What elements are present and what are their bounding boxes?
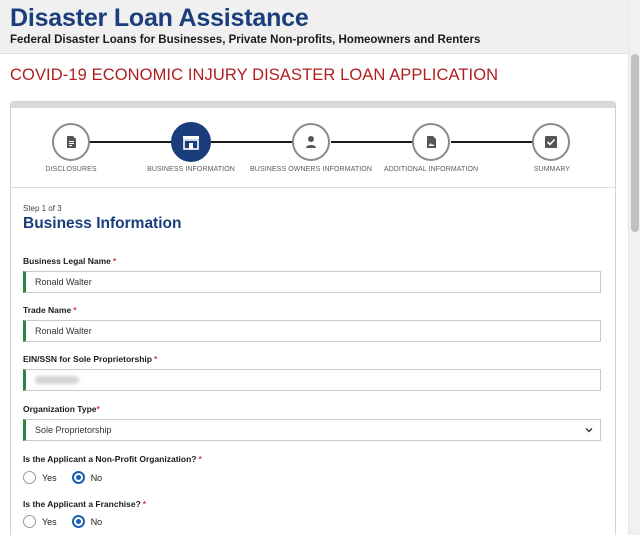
non-profit-no-radio[interactable] bbox=[71, 471, 85, 484]
radio-label-yes: Yes bbox=[42, 516, 57, 527]
step-label: SUMMARY bbox=[533, 166, 571, 173]
step-disclosures[interactable] bbox=[52, 123, 90, 161]
ein-ssn-label: EIN/SSN for Sole Proprietorship * bbox=[23, 354, 158, 364]
site-header: Disaster Loan Assistance Federal Disaste… bbox=[0, 0, 628, 54]
document-icon bbox=[67, 136, 76, 148]
required-marker: * bbox=[112, 256, 117, 266]
page-title: COVID-19 ECONOMIC INJURY DISASTER LOAN A… bbox=[10, 66, 499, 84]
non-profit-radio-group: Yes No bbox=[23, 471, 117, 484]
franchise-no-radio[interactable] bbox=[71, 515, 85, 528]
site-title: Disaster Loan Assistance bbox=[10, 4, 309, 32]
trade-name-label: Trade Name * bbox=[23, 305, 77, 315]
business-legal-name-value: Ronald Walter bbox=[35, 277, 92, 287]
redacted-value bbox=[35, 376, 79, 384]
section-title: Business Information bbox=[23, 215, 182, 232]
scrollbar-thumb[interactable] bbox=[631, 54, 639, 232]
required-marker: * bbox=[198, 454, 202, 464]
radio-label-yes: Yes bbox=[42, 472, 57, 483]
organization-type-label: Organization Type* bbox=[23, 404, 100, 414]
required-marker: * bbox=[153, 354, 158, 364]
business-legal-name-input[interactable]: Ronald Walter bbox=[23, 271, 601, 293]
franchise-radio-group: Yes No bbox=[23, 515, 117, 528]
step-counter: Step 1 of 3 bbox=[23, 204, 62, 213]
progress-stepper: DISCLOSURES BUSINESS INFORMATION BUSINES… bbox=[11, 108, 615, 188]
organization-type-select[interactable]: Sole Proprietorship bbox=[23, 419, 601, 441]
franchise-label: Is the Applicant a Franchise? * bbox=[23, 499, 147, 509]
required-marker: * bbox=[96, 404, 100, 414]
franchise-yes-radio[interactable] bbox=[23, 515, 36, 528]
non-profit-yes-radio[interactable] bbox=[23, 471, 36, 484]
step-label: BUSINESS OWNERS INFORMATION bbox=[250, 166, 372, 173]
person-icon bbox=[306, 136, 316, 148]
non-profit-label: Is the Applicant a Non-Profit Organizati… bbox=[23, 454, 202, 464]
required-marker: * bbox=[73, 305, 77, 315]
page-scrollbar[interactable] bbox=[628, 0, 640, 535]
image-document-icon bbox=[427, 136, 436, 148]
application-card: DISCLOSURES BUSINESS INFORMATION BUSINES… bbox=[10, 101, 616, 535]
chevron-down-icon bbox=[585, 428, 593, 433]
step-business-owners-information[interactable] bbox=[292, 123, 330, 161]
step-additional-information[interactable] bbox=[412, 123, 450, 161]
ein-ssn-input[interactable] bbox=[23, 369, 601, 391]
step-label: DISCLOSURES bbox=[45, 166, 97, 173]
step-business-information[interactable] bbox=[171, 122, 211, 162]
step-summary[interactable] bbox=[532, 123, 570, 161]
checkbox-icon bbox=[545, 136, 557, 148]
organization-type-value: Sole Proprietorship bbox=[35, 425, 112, 435]
trade-name-input[interactable]: Ronald Walter bbox=[23, 320, 601, 342]
trade-name-value: Ronald Walter bbox=[35, 326, 92, 336]
required-marker: * bbox=[142, 499, 147, 509]
business-legal-name-label: Business Legal Name * bbox=[23, 256, 117, 266]
radio-label-no: No bbox=[90, 472, 103, 483]
radio-label-no: No bbox=[90, 516, 103, 527]
step-label: ADDITIONAL INFORMATION bbox=[383, 166, 479, 173]
step-label: BUSINESS INFORMATION bbox=[147, 166, 235, 173]
site-subtitle: Federal Disaster Loans for Businesses, P… bbox=[10, 34, 481, 46]
storefront-icon bbox=[183, 136, 199, 150]
